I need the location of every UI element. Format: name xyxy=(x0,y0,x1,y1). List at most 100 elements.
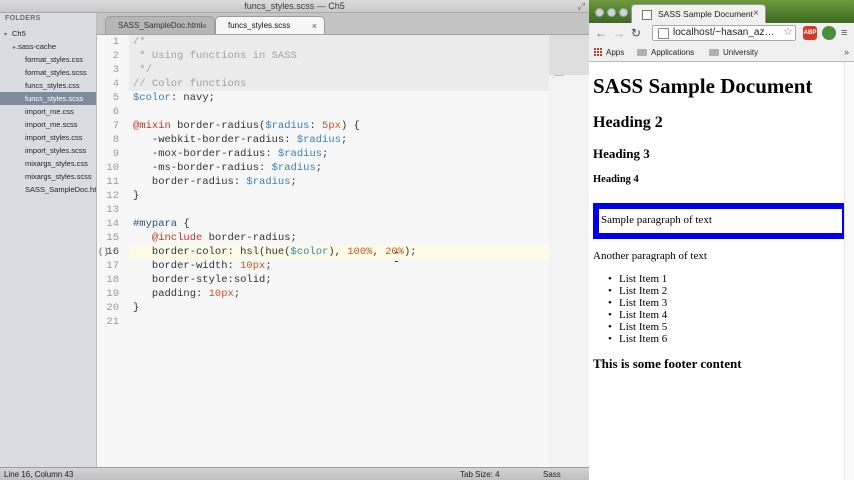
tab-sass-sampledoc-html[interactable]: SASS_SampleDoc.html × xyxy=(105,16,215,34)
reload-icon[interactable]: ↻ xyxy=(631,26,641,40)
code-line[interactable]: border-color: hsl(hue($color), 100%, 20%… xyxy=(133,245,417,259)
forward-icon[interactable]: → xyxy=(613,26,625,40)
code-line[interactable]: $color: navy; xyxy=(133,91,215,105)
sidebar-item-label: funcs_styles.css xyxy=(25,81,80,90)
sidebar-item-label: import_styles.css xyxy=(25,133,83,142)
sidebar-item-import-me-css[interactable]: import_me.css xyxy=(0,105,96,118)
zoom-window-icon[interactable] xyxy=(619,8,628,17)
folder-icon xyxy=(637,49,647,56)
sidebar-item-label: format_styles.scss xyxy=(25,68,87,77)
bookmark-label: Apps xyxy=(606,48,625,57)
sidebar-item-label: import_styles.scss xyxy=(25,146,87,155)
menu-icon[interactable]: ≡ xyxy=(841,26,847,40)
address-text: localhost/~hasan_az… xyxy=(673,27,775,38)
line-number: 4 xyxy=(112,78,119,90)
page-info-icon[interactable] xyxy=(658,28,669,39)
bordered-paragraph-text: Sample paragraph of text xyxy=(601,214,712,226)
browser-tab[interactable]: SASS Sample Document × xyxy=(631,4,766,23)
sidebar-item-label: SASS_SampleDoc.html xyxy=(25,185,96,194)
line-number: 18 xyxy=(106,274,119,286)
list-item: List Item 5 xyxy=(608,321,667,333)
sidebar-item-label: funcs_styles.scss xyxy=(25,94,84,103)
back-icon[interactable]: ← xyxy=(595,26,607,40)
line-number: 2 xyxy=(112,50,119,62)
code-line[interactable]: // Color functions xyxy=(133,77,246,91)
line-number: 15 xyxy=(106,232,119,244)
minimap-line xyxy=(553,75,564,76)
code-line[interactable]: -ms-border-radius: $radius; xyxy=(133,161,322,175)
tab-size-selector[interactable]: Tab Size: 4 xyxy=(460,468,500,480)
bookmark-applications[interactable]: Applications xyxy=(635,44,703,61)
minimap-viewport[interactable] xyxy=(549,35,589,75)
line-number: 9 xyxy=(112,148,119,160)
editor-window: funcs_styles.scss — Ch5 ⤢ FOLDERS ▾ Ch5 ▸… xyxy=(0,0,589,480)
code-line[interactable]: @mixin border-radius($radius: 5px) { xyxy=(133,119,360,133)
address-bar[interactable]: localhost/~hasan_az… xyxy=(652,25,796,41)
close-icon[interactable]: × xyxy=(202,17,207,35)
sidebar-item-mixargs-styles-scss[interactable]: mixargs_styles.scss xyxy=(0,170,96,183)
adblock-extension-icon[interactable]: ABP xyxy=(803,26,817,40)
close-icon[interactable]: × xyxy=(753,5,759,23)
sidebar-item-format-styles-scss[interactable]: format_styles.scss xyxy=(0,66,96,79)
sidebar-item-label: import_me.css xyxy=(25,107,74,116)
page-scrollbar[interactable] xyxy=(844,62,854,480)
close-icon[interactable]: × xyxy=(312,17,317,35)
sidebar-item-import-me-scss[interactable]: import_me.scss xyxy=(0,118,96,131)
code-line[interactable]: -webkit-border-radius: $radius; xyxy=(133,133,347,147)
sidebar-item-sass-sampledoc-html[interactable]: SASS_SampleDoc.html xyxy=(0,183,96,196)
sidebar-item-import-styles-scss[interactable]: import_styles.scss xyxy=(0,144,96,157)
code-line[interactable]: border-width: 10px; xyxy=(133,259,272,273)
tab-label: funcs_styles.scss xyxy=(228,21,291,30)
minimap[interactable] xyxy=(549,35,589,467)
line-number: 19 xyxy=(106,288,119,300)
tab-funcs-styles-scss[interactable]: funcs_styles.scss × xyxy=(215,16,325,34)
sidebar-item-import-styles-css[interactable]: import_styles.css xyxy=(0,131,96,144)
line-number: 1 xyxy=(112,36,119,48)
code-line[interactable]: @include border-radius; xyxy=(133,231,297,245)
code-line[interactable]: padding: 10px; xyxy=(133,287,240,301)
code-line[interactable]: /* xyxy=(133,35,146,49)
sidebar-item-sass-cache[interactable]: ▸ .sass-cache xyxy=(0,40,96,53)
syntax-selector[interactable]: Sass xyxy=(543,468,561,480)
editor-tab-bar: SASS_SampleDoc.html × funcs_styles.scss … xyxy=(97,13,589,35)
cursor-position: Line 16, Column 43 xyxy=(4,470,74,479)
more-bookmarks-icon[interactable]: » xyxy=(844,44,849,61)
extension-icon[interactable] xyxy=(822,26,836,40)
bookmark-university[interactable]: University xyxy=(707,44,767,61)
list-item: List Item 1 xyxy=(608,273,667,285)
sidebar-item-label: format_styles.css xyxy=(25,55,83,64)
browser-toolbar: ← → ↻ localhost/~hasan_az… ☆ ABP ≡ xyxy=(589,23,854,44)
sidebar-item-format-styles-css[interactable]: format_styles.css xyxy=(0,53,96,66)
code-line[interactable]: } xyxy=(133,301,139,315)
line-number: 6 xyxy=(112,106,119,118)
bracket-match-marker: () xyxy=(98,247,109,257)
bookmark-star-icon[interactable]: ☆ xyxy=(783,25,793,38)
code-line[interactable]: border-style:solid; xyxy=(133,273,272,287)
bookmark-apps[interactable]: Apps xyxy=(589,44,631,61)
bookmarks-bar: Apps Applications University » xyxy=(589,44,854,62)
sidebar-item-label: mixargs_styles.css xyxy=(25,159,88,168)
browser-window: SASS Sample Document × ← → ↻ localhost/~… xyxy=(589,0,854,480)
line-number: 21 xyxy=(106,316,119,328)
minimize-window-icon[interactable] xyxy=(607,8,616,17)
sidebar-item-label: Ch5 xyxy=(12,29,26,38)
sidebar-item-label: mixargs_styles.scss xyxy=(25,172,92,181)
paragraph: Another paragraph of text xyxy=(593,250,707,262)
sidebar-item-funcs-styles-css[interactable]: funcs_styles.css xyxy=(0,79,96,92)
sidebar-item-funcs-styles-scss[interactable]: funcs_styles.scss xyxy=(0,92,96,105)
code-line[interactable]: #mypara { xyxy=(133,217,190,231)
sidebar-item-mixargs-styles-css[interactable]: mixargs_styles.css xyxy=(0,157,96,170)
code-line[interactable]: * Using functions in SASS xyxy=(133,49,297,63)
code-line[interactable]: -mox-border-radius: $radius; xyxy=(133,147,328,161)
minimap-line xyxy=(552,77,553,78)
close-window-icon[interactable] xyxy=(595,8,604,17)
folder-expanded-icon: ▾ xyxy=(4,32,8,38)
code-line[interactable]: border-radius: $radius; xyxy=(133,175,297,189)
fullscreen-icon[interactable]: ⤢ xyxy=(578,1,585,11)
code-area[interactable]: /* * Using functions in SASS */// Color … xyxy=(133,35,543,467)
code-line[interactable]: } xyxy=(133,189,139,203)
code-line[interactable]: */ xyxy=(133,63,152,77)
editor-titlebar[interactable]: funcs_styles.scss — Ch5 ⤢ xyxy=(0,0,589,13)
folder-collapsed-icon: ▸ xyxy=(12,45,16,51)
sidebar-item-ch5[interactable]: ▾ Ch5 xyxy=(0,27,96,40)
